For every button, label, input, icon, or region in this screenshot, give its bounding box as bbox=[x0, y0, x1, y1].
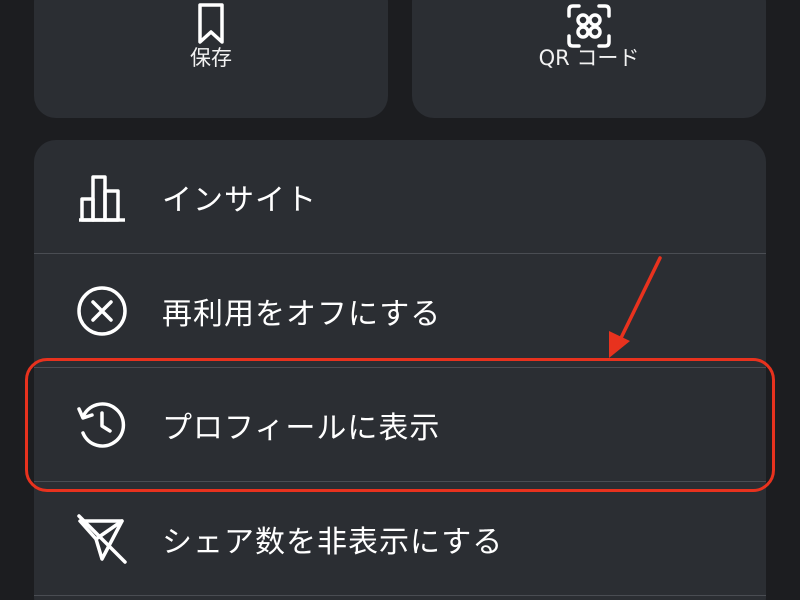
qr-code-label: QR コード bbox=[538, 46, 640, 70]
save-button[interactable]: 保存 bbox=[34, 0, 388, 118]
options-menu: インサイト 再利用をオフにする プロフィールに表示 シェア数を非表示にする bbox=[34, 140, 766, 600]
screen: 保存 QR コード インサイト 再利用をオフにする プロフィールに表示 シェア数… bbox=[0, 0, 800, 600]
divider bbox=[34, 595, 766, 596]
qr-code-button[interactable]: QR コード bbox=[412, 0, 766, 118]
save-label: 保存 bbox=[190, 46, 232, 70]
menu-item-label: プロフィールに表示 bbox=[162, 410, 441, 446]
menu-item-label: インサイト bbox=[162, 182, 317, 218]
share-off-icon bbox=[74, 511, 130, 567]
history-icon bbox=[74, 397, 130, 453]
menu-item-show-on-profile[interactable]: プロフィールに表示 bbox=[34, 368, 766, 481]
menu-item-hide-share-count[interactable]: シェア数を非表示にする bbox=[34, 482, 766, 595]
menu-item-insights[interactable]: インサイト bbox=[34, 140, 766, 253]
bar-chart-icon bbox=[74, 169, 130, 225]
menu-item-turn-off-reuse[interactable]: 再利用をオフにする bbox=[34, 254, 766, 367]
menu-item-label: シェア数を非表示にする bbox=[162, 524, 504, 560]
menu-item-label: 再利用をオフにする bbox=[162, 296, 442, 332]
circle-x-icon bbox=[74, 283, 130, 339]
